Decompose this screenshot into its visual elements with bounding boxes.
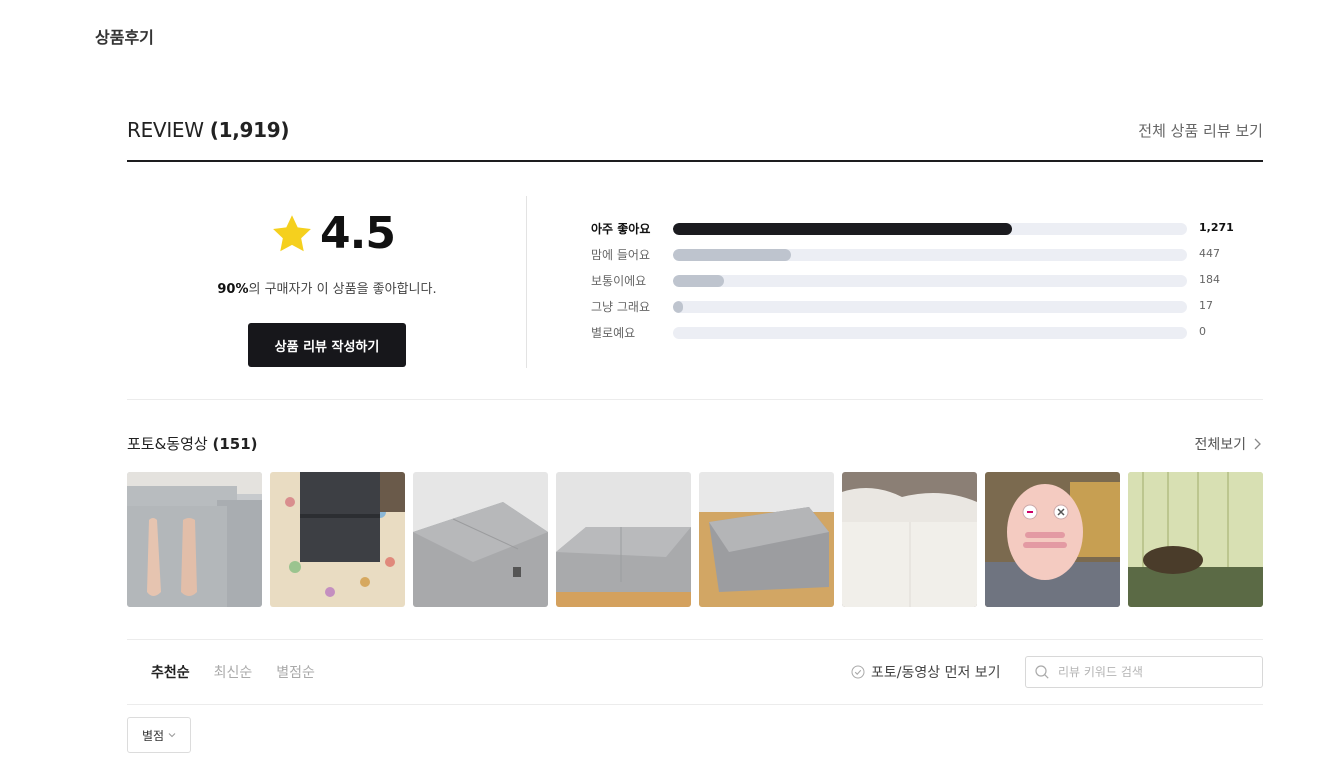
- photo-image: [842, 472, 977, 607]
- photo-person-on-pillow[interactable]: [985, 472, 1120, 607]
- sort-tabs: 추천순 최신순 별점순: [151, 662, 315, 682]
- rating-count: 447: [1199, 247, 1220, 260]
- sort-tab-latest[interactable]: 최신순: [214, 662, 253, 682]
- photo-section-count: (151): [212, 435, 258, 453]
- rating-bar-track: [673, 301, 1187, 313]
- rating-filter-dropdown[interactable]: 별점: [127, 717, 191, 753]
- review-search-input[interactable]: [1058, 665, 1248, 679]
- rating-count: 17: [1199, 299, 1213, 312]
- photo-view-all-label: 전체보기: [1194, 437, 1246, 453]
- rating-count: 1,271: [1199, 221, 1234, 234]
- average-score: 4.5: [320, 208, 396, 259]
- all-product-reviews-link[interactable]: 전체 상품 리뷰 보기: [1138, 120, 1263, 141]
- rating-row: 맘에 들어요 447: [591, 244, 1263, 270]
- photo-image: [270, 472, 405, 607]
- review-title: REVIEW (1,919): [127, 118, 289, 142]
- chevron-down-icon: [168, 733, 176, 738]
- rating-row: 보통이에요 184: [591, 270, 1263, 296]
- rating-label: 별로예요: [591, 326, 636, 340]
- photo-strip: [127, 472, 1263, 607]
- photo-image: [1128, 472, 1263, 607]
- rating-count: 184: [1199, 273, 1220, 286]
- rating-bar-fill: [673, 275, 725, 287]
- photo-image: [556, 472, 691, 607]
- score-row: 4.5: [270, 208, 396, 259]
- review-search-box: [1025, 656, 1263, 688]
- rating-row: 그냥 그래요 17: [591, 296, 1263, 322]
- divider: [127, 704, 1263, 705]
- rating-summary: 4.5 90%의 구매자가 이 상품을 좋아합니다. 상품 리뷰 작성하기: [127, 196, 527, 368]
- photo-gray-mattress-3[interactable]: [699, 472, 834, 607]
- satisfaction-percent: 90%: [217, 282, 249, 297]
- rating-bar-track: [673, 223, 1187, 235]
- review-count: (1,919): [209, 118, 290, 142]
- rating-bar-fill: [673, 301, 684, 313]
- sort-tab-rating[interactable]: 별점순: [276, 662, 315, 682]
- photo-gray-mattress-1[interactable]: [413, 472, 548, 607]
- rating-bar-fill: [673, 249, 792, 261]
- star-icon: [273, 214, 311, 251]
- photo-white-mattress[interactable]: [842, 472, 977, 607]
- rating-label: 그냥 그래요: [591, 300, 651, 314]
- rating-count: 0: [1199, 325, 1206, 338]
- chevron-right-icon: [1254, 438, 1261, 450]
- rating-bar-track: [673, 249, 1187, 261]
- rating-label: 보통이에요: [591, 274, 647, 288]
- review-title-label: REVIEW: [127, 118, 204, 142]
- photo-folded-mattress-on-mat[interactable]: [270, 472, 405, 607]
- check-circle-icon: [851, 665, 865, 679]
- photo-image: [127, 472, 262, 607]
- divider: [127, 639, 1263, 640]
- rating-bar-track: [673, 275, 1187, 287]
- rating-row: 아주 좋아요 1,271: [591, 218, 1263, 244]
- photo-section-label: 포토&동영상: [127, 435, 208, 453]
- photo-first-toggle[interactable]: 포토/동영상 먼저 보기: [851, 662, 1001, 682]
- photo-image: [699, 472, 834, 607]
- photo-image: [413, 472, 548, 607]
- rating-row: 별로예요 0: [591, 322, 1263, 348]
- rating-label: 아주 좋아요: [591, 222, 651, 236]
- photo-gray-mattress-2[interactable]: [556, 472, 691, 607]
- rating-filter-label: 별점: [141, 728, 165, 743]
- satisfaction-label: 의 구매자가 이 상품을 좋아합니다.: [248, 282, 437, 297]
- rating-bar-fill: [673, 223, 1013, 235]
- photo-image: [985, 472, 1120, 607]
- rating-label: 맘에 들어요: [591, 248, 651, 262]
- sort-tab-recommended[interactable]: 추천순: [151, 662, 190, 682]
- review-header: REVIEW (1,919) 전체 상품 리뷰 보기: [127, 116, 1263, 162]
- photo-green-mattress-pillow[interactable]: [1128, 472, 1263, 607]
- search-icon: [1035, 665, 1049, 679]
- divider: [127, 399, 1263, 400]
- rating-distribution: 아주 좋아요 1,271 맘에 들어요 447 보통이에요 184 그냥 그래요…: [591, 218, 1263, 348]
- rating-bar-track: [673, 327, 1187, 339]
- section-title: 상품후기: [95, 28, 154, 47]
- photo-view-all-link[interactable]: 전체보기: [1194, 434, 1262, 454]
- photo-section-title: 포토&동영상 (151): [127, 433, 258, 454]
- write-review-button[interactable]: 상품 리뷰 작성하기: [248, 323, 406, 367]
- photo-first-label: 포토/동영상 먼저 보기: [871, 665, 1001, 681]
- photo-legs-on-mattress[interactable]: [127, 472, 262, 607]
- satisfaction-text: 90%의 구매자가 이 상품을 좋아합니다.: [127, 278, 527, 297]
